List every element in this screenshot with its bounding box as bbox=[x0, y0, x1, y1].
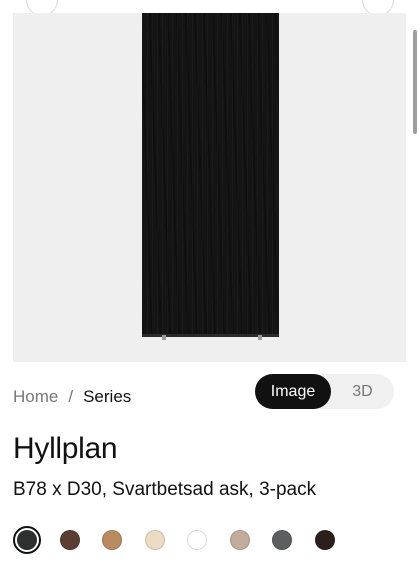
breadcrumb-separator: / bbox=[68, 387, 74, 406]
color-swatch-button[interactable] bbox=[268, 526, 296, 554]
breadcrumb-series-link[interactable]: Series bbox=[83, 387, 131, 407]
shelf-panel-image bbox=[142, 13, 279, 336]
view-toggle: Image 3D bbox=[255, 374, 394, 409]
3d-view-button[interactable]: 3D bbox=[331, 374, 394, 409]
color-swatch-button[interactable] bbox=[98, 526, 126, 554]
color-swatch-dot bbox=[144, 530, 165, 550]
color-swatch-button[interactable] bbox=[226, 526, 254, 554]
color-swatch-button[interactable] bbox=[13, 526, 41, 554]
wood-grain-texture bbox=[142, 13, 279, 336]
color-swatch-button[interactable] bbox=[311, 526, 339, 554]
color-swatch-button[interactable] bbox=[183, 526, 211, 554]
color-swatch-button[interactable] bbox=[56, 526, 84, 554]
color-swatch-row bbox=[13, 525, 353, 555]
color-swatch-button[interactable] bbox=[141, 526, 169, 554]
product-image[interactable] bbox=[13, 13, 406, 362]
color-swatch-dot bbox=[187, 530, 207, 550]
color-swatch-dot bbox=[102, 530, 122, 550]
breadcrumb: Home / Series bbox=[13, 385, 131, 409]
breadcrumb-home-link[interactable]: Home bbox=[13, 387, 58, 407]
top-strip bbox=[0, 0, 420, 16]
color-swatch-dot bbox=[272, 530, 292, 550]
color-swatch-dot bbox=[59, 530, 80, 550]
color-swatch-dot bbox=[229, 530, 250, 550]
product-subtitle: B78 x D30, Svartbetsad ask, 3-pack bbox=[13, 479, 317, 500]
image-view-button[interactable]: Image bbox=[255, 374, 331, 409]
color-swatch-dot bbox=[17, 530, 37, 550]
product-title: Hyllplan bbox=[13, 432, 118, 465]
color-swatch-dot bbox=[314, 530, 335, 550]
scrollbar[interactable] bbox=[413, 30, 417, 134]
shelf-peg-right bbox=[258, 335, 262, 340]
shelf-peg-left bbox=[162, 335, 166, 340]
